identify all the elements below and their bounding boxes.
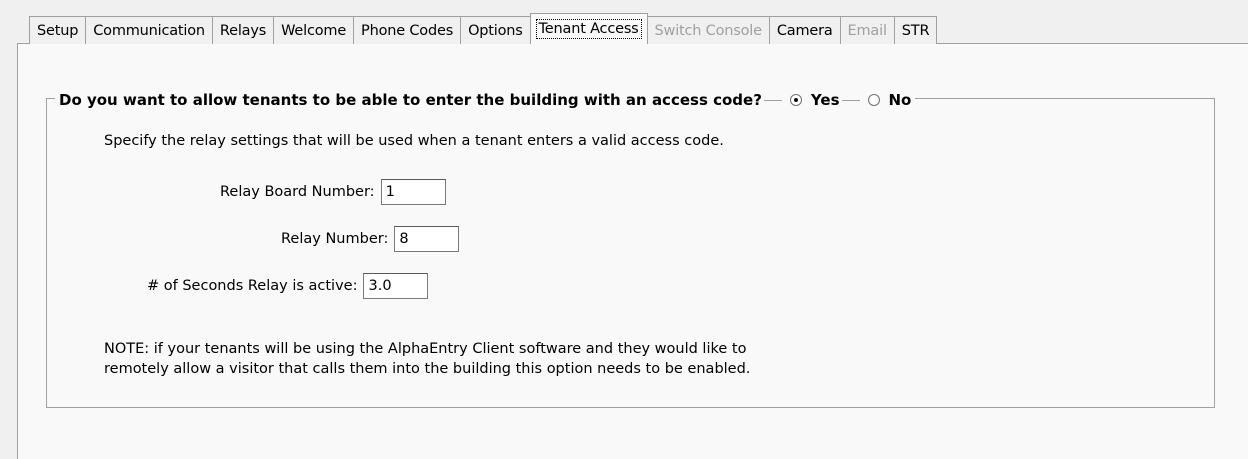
tab-str[interactable]: STR — [893, 16, 938, 44]
legend-separator — [763, 99, 782, 101]
relay-board-number-input[interactable] — [380, 179, 446, 205]
relay-number-input[interactable] — [394, 226, 460, 252]
no-radio-label[interactable]: No — [889, 91, 912, 109]
tab-tenant-access[interactable]: Tenant Access — [529, 13, 648, 44]
tab-setup[interactable]: Setup — [29, 16, 87, 44]
seconds-active-input[interactable] — [363, 273, 429, 299]
no-radio-circle[interactable] — [867, 94, 880, 106]
group-legend: Do you want to allow tenants to be able … — [55, 89, 916, 111]
tab-phone-codes[interactable]: Phone Codes — [353, 16, 462, 44]
tab-email: Email — [839, 16, 895, 44]
access-code-question: Do you want to allow tenants to be able … — [59, 91, 762, 109]
tab-welcome[interactable]: Welcome — [273, 16, 355, 44]
note-line-1: NOTE: if your tenants will be using the … — [104, 341, 747, 357]
relay-number-label: Relay Number: — [281, 231, 389, 247]
tab-relays[interactable]: Relays — [211, 16, 275, 44]
tab-strip: Setup Communication Relays Welcome Phone… — [29, 13, 1248, 44]
yes-radio-circle[interactable] — [789, 94, 802, 106]
relay-board-label: Relay Board Number: — [220, 184, 375, 200]
relay-board-row: Relay Board Number: — [220, 179, 446, 205]
yes-radio[interactable]: Yes — [789, 91, 840, 109]
note-text: NOTE: if your tenants will be using the … — [104, 339, 750, 379]
yes-radio-label[interactable]: Yes — [811, 91, 840, 109]
tab-camera[interactable]: Camera — [768, 16, 841, 44]
instruction-text: Specify the relay settings that will be … — [104, 133, 724, 149]
legend-separator — [841, 99, 860, 101]
tab-switch-console: Switch Console — [646, 16, 770, 44]
seconds-row: # of Seconds Relay is active: — [147, 273, 429, 299]
seconds-active-label: # of Seconds Relay is active: — [147, 278, 358, 294]
relay-number-row: Relay Number: — [281, 226, 460, 252]
note-line-2: remotely allow a visitor that calls them… — [104, 361, 751, 377]
no-radio[interactable]: No — [867, 91, 912, 109]
tab-options[interactable]: Options — [460, 16, 531, 44]
tab-tenant-access-label: Tenant Access — [535, 19, 642, 39]
tab-communication[interactable]: Communication — [85, 16, 213, 44]
radio-selected-dot — [793, 98, 798, 102]
